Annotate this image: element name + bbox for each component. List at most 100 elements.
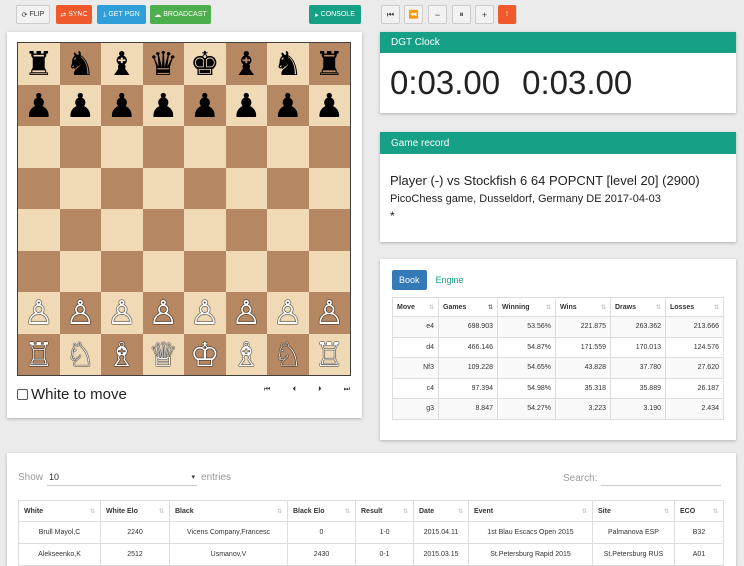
book-row[interactable]: e4 698.903 53.56% 221.875 263.362 213.666 <box>392 316 724 338</box>
board-square[interactable]: ♛ <box>142 43 184 85</box>
board-square[interactable] <box>142 126 184 168</box>
book-row[interactable]: g3 8.847 54.27% 3.223 3.190 2.434 <box>392 398 724 420</box>
alert-button[interactable]: ! <box>498 5 516 24</box>
table-row[interactable]: Alekseenko,K 2512 Usmanov,V 2430 0-1 2015.03.… <box>18 543 724 566</box>
board-square[interactable] <box>184 126 226 168</box>
board-square[interactable]: ♙ <box>225 292 267 334</box>
chess-piece[interactable]: ♟ <box>65 89 95 122</box>
board-square[interactable] <box>308 209 350 251</box>
board-first-icon[interactable]: ⏮ <box>264 386 270 394</box>
board-square[interactable] <box>18 250 60 292</box>
chess-piece[interactable]: ♟ <box>273 89 303 122</box>
board-prev-icon[interactable]: ⏴ <box>292 386 296 394</box>
book-col-winning[interactable]: Winning ⇅ <box>497 297 556 317</box>
board-square[interactable]: ♙ <box>308 292 350 334</box>
chess-piece[interactable]: ♗ <box>107 338 137 371</box>
chess-piece[interactable]: ♞ <box>65 47 95 80</box>
board-square[interactable]: ♞ <box>267 43 309 85</box>
plus-button[interactable]: + <box>475 5 494 24</box>
chess-piece[interactable]: ♙ <box>148 296 178 329</box>
board-square[interactable]: ♚ <box>184 43 226 85</box>
board-square[interactable]: ♖ <box>18 333 60 375</box>
book-col-draws[interactable]: Draws ⇅ <box>610 297 666 317</box>
board-square[interactable]: ♟ <box>225 84 267 126</box>
board-square[interactable] <box>59 209 101 251</box>
board-square[interactable]: ♔ <box>184 333 226 375</box>
first-move-button[interactable]: ⏮ <box>381 5 400 24</box>
book-row[interactable]: d4 466.146 54.87% 171.559 170.013 124.576 <box>392 336 724 358</box>
chess-piece[interactable]: ♙ <box>190 296 220 329</box>
chess-piece[interactable]: ♟ <box>107 89 137 122</box>
board-square[interactable] <box>142 209 184 251</box>
col-black[interactable]: Black ⇅ <box>169 500 288 522</box>
board-square[interactable]: ♙ <box>142 292 184 334</box>
get-pgn-button[interactable]: ⤓ GET PGN <box>97 5 146 24</box>
chess-piece[interactable]: ♙ <box>314 296 344 329</box>
board-square[interactable]: ♗ <box>101 333 143 375</box>
col-event[interactable]: Event ⇅ <box>468 500 593 522</box>
board-square[interactable]: ♟ <box>59 84 101 126</box>
col-white-elo[interactable]: White Elo ⇅ <box>100 500 170 522</box>
board-square[interactable]: ♙ <box>101 292 143 334</box>
book-row[interactable]: Nf3 109.228 54.65% 43.828 37.780 27.620 <box>392 357 724 379</box>
book-row[interactable]: c4 97.394 54.98% 35.318 35.889 26.187 <box>392 377 724 399</box>
chess-piece[interactable]: ♙ <box>273 296 303 329</box>
chess-piece[interactable]: ♗ <box>231 338 261 371</box>
chess-board[interactable]: ♜ ♞ ♝ ♛ ♚ ♝ ♞ ♜ ♟ ♟ ♟ ♟ ♟ ♟ ♟ ♟ ♙ ♙ ♙ ♙ ♙ ♙ ♙ ♙ ♖ ♘ ♗ ♕ ♔ ♗ ♘ ♖ <box>17 42 351 376</box>
board-square[interactable] <box>225 209 267 251</box>
board-square[interactable]: ♗ <box>225 333 267 375</box>
chess-piece[interactable]: ♟ <box>148 89 178 122</box>
board-square[interactable] <box>18 126 60 168</box>
board-square[interactable]: ♙ <box>59 292 101 334</box>
board-square[interactable]: ♟ <box>184 84 226 126</box>
chess-piece[interactable]: ♖ <box>314 338 344 371</box>
board-last-icon[interactable]: ⏭ <box>344 386 350 394</box>
col-site[interactable]: Site ⇅ <box>592 500 675 522</box>
chess-piece[interactable]: ♙ <box>24 296 54 329</box>
board-square[interactable]: ♖ <box>308 333 350 375</box>
board-square[interactable] <box>308 167 350 209</box>
book-col-losses[interactable]: Losses ⇅ <box>665 297 724 317</box>
board-square[interactable] <box>101 167 143 209</box>
pause-button[interactable]: ⏸ <box>452 5 471 24</box>
chess-piece[interactable]: ♝ <box>107 47 137 80</box>
minus-button[interactable]: − <box>428 5 447 24</box>
chess-piece[interactable]: ♟ <box>231 89 261 122</box>
board-square[interactable] <box>225 250 267 292</box>
board-square[interactable] <box>267 126 309 168</box>
board-square[interactable]: ♟ <box>18 84 60 126</box>
tab-book[interactable]: Book <box>392 270 427 290</box>
board-square[interactable] <box>267 250 309 292</box>
col-result[interactable]: Result ⇅ <box>355 500 414 522</box>
col-white[interactable]: White ⇅ <box>18 500 101 522</box>
broadcast-button[interactable]: ☁ BROADCAST <box>150 5 211 24</box>
chess-piece[interactable]: ♜ <box>314 47 344 80</box>
board-square[interactable]: ♞ <box>59 43 101 85</box>
board-square[interactable] <box>142 167 184 209</box>
search-input[interactable] <box>601 470 722 486</box>
col-date[interactable]: Date ⇅ <box>413 500 469 522</box>
chess-piece[interactable]: ♘ <box>65 338 95 371</box>
board-square[interactable]: ♕ <box>142 333 184 375</box>
board-square[interactable] <box>101 126 143 168</box>
board-square[interactable]: ♟ <box>308 84 350 126</box>
flip-button[interactable]: ⟳ FLIP <box>16 5 50 24</box>
chess-piece[interactable]: ♖ <box>24 338 54 371</box>
board-square[interactable]: ♟ <box>267 84 309 126</box>
col-black-elo[interactable]: Black Elo ⇅ <box>287 500 356 522</box>
book-col-move[interactable]: Move ⇅ <box>392 297 439 317</box>
tab-engine[interactable]: Engine <box>433 270 467 290</box>
col-eco[interactable]: ECO ⇅ <box>674 500 724 522</box>
chess-piece[interactable]: ♕ <box>148 338 178 371</box>
board-square[interactable] <box>59 126 101 168</box>
board-square[interactable]: ♙ <box>267 292 309 334</box>
chess-piece[interactable]: ♟ <box>314 89 344 122</box>
board-square[interactable]: ♜ <box>18 43 60 85</box>
board-square[interactable] <box>101 209 143 251</box>
board-square[interactable]: ♘ <box>59 333 101 375</box>
chess-piece[interactable]: ♞ <box>273 47 303 80</box>
board-square[interactable]: ♟ <box>142 84 184 126</box>
chess-piece[interactable]: ♝ <box>231 47 261 80</box>
board-square[interactable] <box>225 167 267 209</box>
board-square[interactable] <box>184 209 226 251</box>
